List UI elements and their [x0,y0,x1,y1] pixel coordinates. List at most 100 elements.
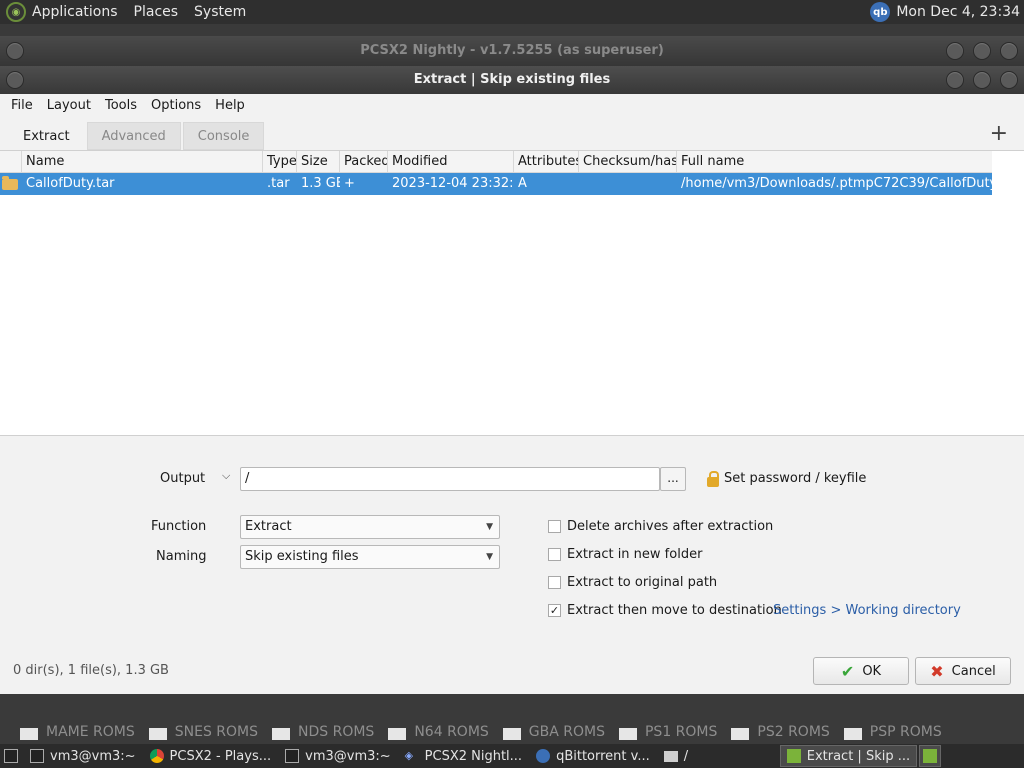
tab-console[interactable]: Console [182,122,265,150]
maximize-icon[interactable] [973,71,991,89]
rom-folder-nds: NDS ROMS [272,724,374,740]
rom-folder-ps1: PS1 ROMS [618,724,717,740]
maximize-icon[interactable] [973,42,991,60]
cell-attributes: A [518,176,527,191]
menu-file[interactable]: File [4,98,40,113]
clock[interactable]: Mon Dec 4, 23:34 [896,4,1020,20]
column-size[interactable]: Size [297,151,340,172]
taskbar-item-terminal-1[interactable]: vm3@vm3:~ [24,745,142,767]
delete-archives-checkbox[interactable] [548,520,561,533]
add-icon[interactable]: + [990,122,1008,146]
taskbar-item-chrome[interactable]: PCSX2 - Plays... [144,745,278,767]
new-folder-checkbox[interactable] [548,548,561,561]
tab-extract[interactable]: Extract [8,122,85,150]
function-value: Extract [245,519,292,534]
cell-checksum [579,173,677,195]
archive-app-icon [786,749,801,763]
table-header: Name Type Size Packed Modified Attribute… [0,151,992,173]
cell-size: 1.3 GB [301,176,340,191]
rom-folder-mame: MAME ROMS [20,724,135,740]
column-modified[interactable]: Modified [388,151,514,172]
background-rom-strip: MAME ROMS SNES ROMS NDS ROMS N64 ROMS GB… [0,694,1024,744]
taskbar-item-qbittorrent[interactable]: qBittorrent v... [530,745,656,767]
naming-label: Naming [156,549,207,564]
column-attributes[interactable]: Attributes [514,151,579,172]
column-name[interactable]: Name [22,151,263,172]
window-menu-icon[interactable] [6,71,24,89]
dialog-title: Extract | Skip existing files [413,72,611,87]
menu-tools[interactable]: Tools [98,98,144,113]
minimize-icon[interactable] [946,71,964,89]
minimize-icon[interactable] [946,42,964,60]
pcsx2-icon: ◈ [404,749,414,762]
cell-packed: + [344,176,355,191]
close-icon[interactable] [1000,71,1018,89]
lock-icon [707,471,719,487]
rom-folder-n64: N64 ROMS [388,724,489,740]
show-desktop-icon[interactable] [0,745,22,767]
taskbar-item-files[interactable]: / [658,745,778,767]
rom-folder-ps2: PS2 ROMS [731,724,830,740]
taskbar-item-extract[interactable]: Extract | Skip ... [779,745,918,767]
delete-archives-label[interactable]: Delete archives after extraction [567,519,773,534]
cell-fullname: /home/vm3/Downloads/.ptmpC72C39/CallofDu… [681,176,992,191]
taskbar: vm3@vm3:~ PCSX2 - Plays... vm3@vm3:~ ◈ PC… [0,744,1024,768]
function-select[interactable]: Extract ▼ [240,515,500,539]
applications-menu[interactable]: Applications [32,4,118,20]
function-label: Function [151,519,207,534]
menubar: File Layout Tools Options Help [0,94,1024,116]
checkmark-icon: ✔ [840,661,855,681]
cell-modified: 2023-12-04 23:32:27 [392,176,514,191]
browse-button[interactable]: ... [660,467,686,491]
move-destination-label[interactable]: Extract then move to destination [567,603,782,618]
close-icon[interactable] [1000,42,1018,60]
cell-name: CallofDuty.tar [26,176,115,191]
tab-advanced[interactable]: Advanced [86,122,181,150]
ok-button[interactable]: ✔ OK [813,657,909,685]
new-folder-label[interactable]: Extract in new folder [567,547,702,562]
places-menu[interactable]: Places [134,4,179,20]
column-packed[interactable]: Packed [340,151,388,172]
extract-dialog: File Layout Tools Options Help Extract A… [0,94,1024,694]
background-window-title: PCSX2 Nightly - v1.7.5255 (as superuser) [360,43,664,58]
tab-bar: Extract Advanced Console [8,122,266,150]
rom-folder-snes: SNES ROMS [148,724,258,740]
set-password-button[interactable]: Set password / keyfile [724,471,866,486]
chevron-down-icon[interactable]: ⌵ [222,469,230,483]
original-path-checkbox[interactable] [548,576,561,589]
menu-help[interactable]: Help [208,98,252,113]
naming-value: Skip existing files [245,549,359,564]
status-summary: 0 dir(s), 1 file(s), 1.3 GB [13,663,169,678]
folder-icon [663,750,678,762]
terminal-icon [285,749,300,763]
window-menu-icon[interactable] [6,42,24,60]
naming-select[interactable]: Skip existing files ▼ [240,545,500,569]
cancel-label: Cancel [951,663,996,679]
icon-column-header [0,151,22,172]
qbittorrent-tray-icon[interactable]: qb [870,2,891,22]
column-fullname[interactable]: Full name [677,151,992,172]
system-menu[interactable]: System [194,4,246,20]
background-window-titlebar: PCSX2 Nightly - v1.7.5255 (as superuser) [0,36,1024,66]
qbittorrent-icon [536,749,551,763]
taskbar-item-terminal-2[interactable]: vm3@vm3:~ [279,745,397,767]
column-type[interactable]: Type [263,151,297,172]
original-path-label[interactable]: Extract to original path [567,575,717,590]
rom-folder-gba: GBA ROMS [502,724,605,740]
move-destination-checkbox[interactable]: ✓ [548,604,561,617]
output-path-input[interactable]: / [240,467,660,491]
cancel-x-icon: ✖ [930,661,944,681]
menu-layout[interactable]: Layout [40,98,98,113]
menu-options[interactable]: Options [144,98,208,113]
working-directory-link[interactable]: Settings > Working directory [773,603,961,618]
cell-type: .tar [267,176,290,191]
distro-logo-icon[interactable]: ◉ [6,2,26,22]
output-label: Output [160,471,206,486]
column-checksum[interactable]: Checksum/hash [579,151,677,172]
file-table: Name Type Size Packed Modified Attribute… [0,150,1024,436]
cancel-button[interactable]: ✖ Cancel [915,657,1011,685]
taskbar-item-pcsx2[interactable]: ◈ PCSX2 Nightl... [399,745,528,767]
taskbar-item-extract-icon[interactable] [919,745,942,767]
archive-icon [2,176,18,190]
table-row[interactable]: CallofDuty.tar .tar 1.3 GB + 2023-12-04 … [0,173,992,195]
